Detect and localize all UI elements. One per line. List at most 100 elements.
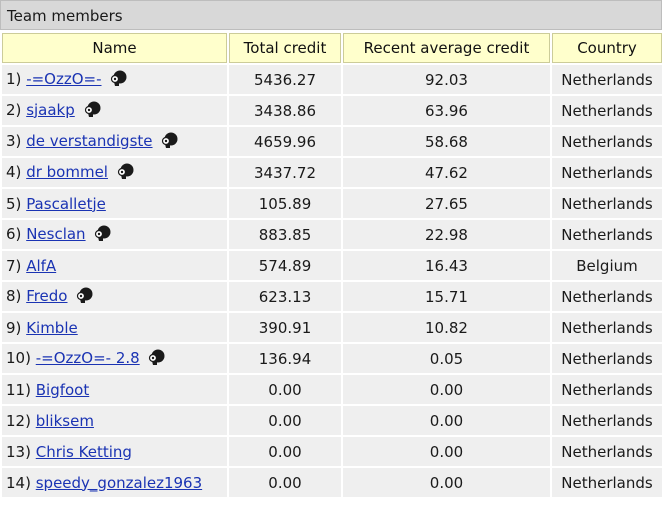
table-row: 1) -=OzzO=- 5436.27 92.03 Netherlands [2,65,662,94]
cell-country: Netherlands [552,127,662,156]
user-link[interactable]: speedy_gonzalez1963 [36,474,202,492]
table-row: 8) Fredo 623.13 15.71 Netherlands [2,282,662,311]
cell-country: Netherlands [552,468,662,497]
rank-label: 10) [6,348,31,367]
cell-name: 10) -=OzzO=- 2.8 [2,344,227,373]
profile-head-icon[interactable] [148,348,166,370]
table-header-row: Name Total credit Recent average credit … [2,33,662,63]
cell-country: Netherlands [552,313,662,342]
rank-label: 3) [6,131,22,150]
cell-total-credit: 390.91 [229,313,341,342]
user-link[interactable]: -=OzzO=- [26,70,101,88]
user-link[interactable]: Fredo [26,287,67,305]
cell-name: 1) -=OzzO=- [2,65,227,94]
column-header-total-credit: Total credit [229,33,341,63]
cell-country: Belgium [552,251,662,280]
cell-total-credit: 0.00 [229,437,341,466]
cell-recent-average-credit: 0.00 [343,375,550,404]
cell-recent-average-credit: 47.62 [343,158,550,187]
cell-name: 12) bliksem [2,406,227,435]
cell-total-credit: 3438.86 [229,96,341,125]
user-link[interactable]: Bigfoot [36,381,90,399]
column-header-country: Country [552,33,662,63]
cell-recent-average-credit: 22.98 [343,220,550,249]
table-row: 10) -=OzzO=- 2.8 136.94 0.05 Netherlands [2,344,662,373]
rank-label: 6) [6,224,22,243]
user-link[interactable]: Kimble [26,319,78,337]
profile-head-icon[interactable] [76,286,94,308]
cell-recent-average-credit: 92.03 [343,65,550,94]
cell-total-credit: 4659.96 [229,127,341,156]
user-link[interactable]: de verstandigste [26,132,152,150]
cell-name: 6) Nesclan [2,220,227,249]
cell-recent-average-credit: 10.82 [343,313,550,342]
rank-label: 8) [6,286,22,305]
cell-recent-average-credit: 16.43 [343,251,550,280]
user-link[interactable]: sjaakp [26,101,75,119]
profile-head-icon[interactable] [161,131,179,153]
cell-recent-average-credit: 0.00 [343,406,550,435]
cell-recent-average-credit: 0.00 [343,468,550,497]
cell-name: 3) de verstandigste [2,127,227,156]
cell-country: Netherlands [552,406,662,435]
cell-total-credit: 3437.72 [229,158,341,187]
team-members-panel: Team members Name Total credit Recent av… [0,0,664,519]
cell-recent-average-credit: 0.00 [343,437,550,466]
profile-head-icon[interactable] [84,100,102,122]
cell-country: Netherlands [552,220,662,249]
profile-head-icon[interactable] [110,69,128,91]
cell-total-credit: 105.89 [229,189,341,218]
cell-recent-average-credit: 58.68 [343,127,550,156]
user-link[interactable]: -=OzzO=- 2.8 [36,349,140,367]
column-header-name: Name [2,33,227,63]
user-link[interactable]: Nesclan [26,225,85,243]
user-link[interactable]: dr bommel [26,163,108,181]
rank-label: 7) [6,256,22,275]
cell-total-credit: 5436.27 [229,65,341,94]
cell-country: Netherlands [552,189,662,218]
cell-recent-average-credit: 15.71 [343,282,550,311]
rank-label: 5) [6,194,22,213]
cell-name: 9) Kimble [2,313,227,342]
rank-label: 9) [6,318,22,337]
column-header-recent-average-credit: Recent average credit [343,33,550,63]
cell-country: Netherlands [552,437,662,466]
cell-total-credit: 0.00 [229,375,341,404]
user-link[interactable]: AlfA [26,257,56,275]
cell-name: 2) sjaakp [2,96,227,125]
table-row: 9) Kimble 390.91 10.82 Netherlands [2,313,662,342]
cell-country: Netherlands [552,158,662,187]
cell-name: 14) speedy_gonzalez1963 [2,468,227,497]
cell-recent-average-credit: 27.65 [343,189,550,218]
table-row: 4) dr bommel 3437.72 47.62 Netherlands [2,158,662,187]
rank-label: 1) [6,69,22,88]
cell-recent-average-credit: 0.05 [343,344,550,373]
cell-name: 11) Bigfoot [2,375,227,404]
cell-name: 4) dr bommel [2,158,227,187]
cell-country: Netherlands [552,65,662,94]
panel-title: Team members [0,0,662,30]
cell-total-credit: 883.85 [229,220,341,249]
cell-name: 8) Fredo [2,282,227,311]
user-link[interactable]: bliksem [36,412,94,430]
table-row: 12) bliksem 0.00 0.00 Netherlands [2,406,662,435]
rank-label: 4) [6,162,22,181]
table-row: 6) Nesclan 883.85 22.98 Netherlands [2,220,662,249]
cell-total-credit: 623.13 [229,282,341,311]
team-members-table: Name Total credit Recent average credit … [0,31,664,499]
table-row: 7) AlfA 574.89 16.43 Belgium [2,251,662,280]
table-row: 5) Pascalletje 105.89 27.65 Netherlands [2,189,662,218]
table-row: 3) de verstandigste 4659.96 58.68 Nether… [2,127,662,156]
user-link[interactable]: Chris Ketting [36,443,132,461]
user-link[interactable]: Pascalletje [26,195,106,213]
rank-label: 13) [6,442,31,461]
rank-label: 12) [6,411,31,430]
profile-head-icon[interactable] [94,224,112,246]
cell-country: Netherlands [552,282,662,311]
cell-name: 5) Pascalletje [2,189,227,218]
cell-country: Netherlands [552,344,662,373]
table-row: 14) speedy_gonzalez1963 0.00 0.00 Nether… [2,468,662,497]
cell-total-credit: 0.00 [229,468,341,497]
profile-head-icon[interactable] [117,162,135,184]
cell-name: 7) AlfA [2,251,227,280]
